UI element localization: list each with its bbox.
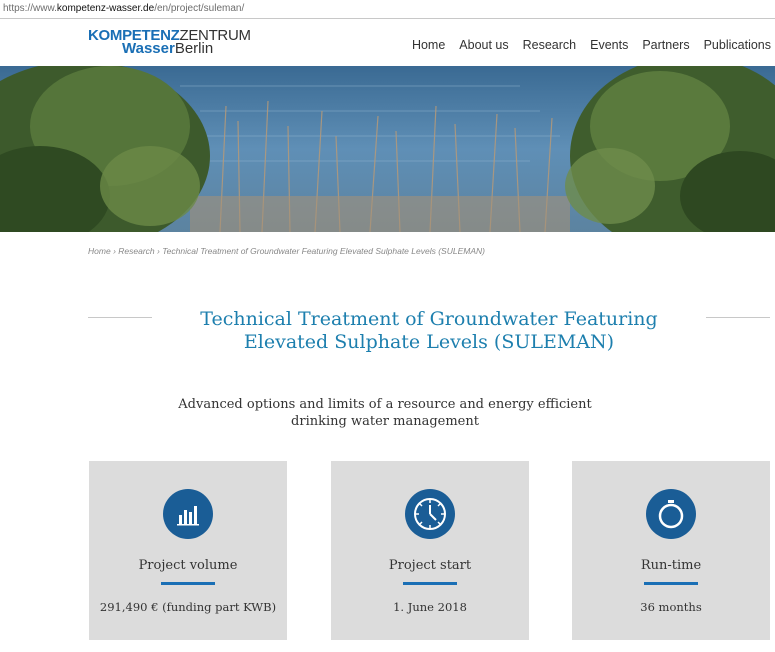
breadcrumb-research[interactable]: Research xyxy=(118,246,154,256)
card-underline xyxy=(644,582,698,585)
card-value: 1. June 2018 xyxy=(393,600,467,614)
url-path: /en/project/suleman/ xyxy=(154,3,245,14)
title-section: Technical Treatment of Groundwater Featu… xyxy=(88,308,770,362)
run-time-card: Run-time 36 months xyxy=(572,461,770,640)
hero-image xyxy=(0,66,775,232)
nav-events[interactable]: Events xyxy=(590,38,628,52)
stopwatch-icon xyxy=(646,489,696,539)
nav-publications[interactable]: Publications xyxy=(704,38,771,52)
breadcrumb-separator: › xyxy=(113,246,116,256)
breadcrumb-separator: › xyxy=(157,246,160,256)
clock-icon xyxy=(405,489,455,539)
project-start-card: Project start 1. June 2018 xyxy=(331,461,529,640)
address-bar[interactable]: https://www.kompetenz-wasser.de/en/proje… xyxy=(0,0,775,19)
logo-word-wasser: Wasser xyxy=(122,40,175,57)
breadcrumb-current: Technical Treatment of Groundwater Featu… xyxy=(162,246,485,256)
nav-research[interactable]: Research xyxy=(523,38,577,52)
card-label: Run-time xyxy=(640,558,702,573)
nav-about-us[interactable]: About us xyxy=(459,38,508,52)
card-value: 291,490 € (funding part KWB) xyxy=(99,600,277,614)
card-underline xyxy=(161,582,215,585)
card-label: Project volume xyxy=(138,558,238,573)
site-logo[interactable]: KOMPETENZZENTRUM WasserBerlin xyxy=(88,28,251,57)
page-subtitle: Advanced options and limits of a resourc… xyxy=(178,397,592,429)
card-underline xyxy=(403,582,457,585)
card-label: Project start xyxy=(388,558,472,573)
site-header: KOMPETENZZENTRUM WasserBerlin Home About… xyxy=(0,20,775,66)
url-domain: kompetenz-wasser.de xyxy=(56,3,155,14)
page-title: Technical Treatment of Groundwater Featu… xyxy=(200,308,658,353)
title-divider-left xyxy=(88,317,152,318)
card-value: 36 months xyxy=(640,600,702,614)
breadcrumb-home[interactable]: Home xyxy=(88,246,111,256)
bar-chart-icon xyxy=(163,489,213,539)
logo-word-berlin: Berlin xyxy=(174,40,214,57)
lake-illustration xyxy=(0,66,775,232)
nav-partners[interactable]: Partners xyxy=(642,38,689,52)
nav-home[interactable]: Home xyxy=(412,38,445,52)
main-nav: Home About us Research Events Partners P… xyxy=(412,38,771,52)
project-volume-card: Project volume 291,490 € (funding part K… xyxy=(89,461,287,640)
breadcrumb: Home › Research › Technical Treatment of… xyxy=(88,246,485,256)
url-prefix: https://www. xyxy=(3,3,57,14)
title-divider-right xyxy=(706,317,770,318)
